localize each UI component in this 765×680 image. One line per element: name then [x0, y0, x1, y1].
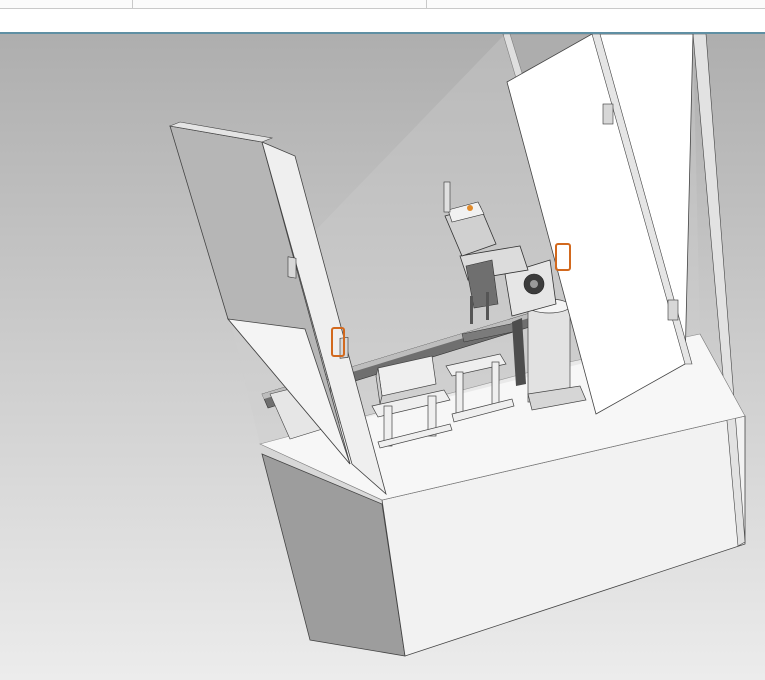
gripper-finger — [470, 296, 473, 324]
door-hinge — [287, 256, 297, 279]
door-hinge — [667, 299, 679, 321]
robot-spindle — [443, 181, 451, 213]
cad-model-svg[interactable] — [0, 34, 765, 680]
toolbar-separator — [132, 0, 133, 8]
toolbar-separator — [426, 0, 427, 8]
3d-viewport[interactable] — [0, 34, 765, 680]
toolbar-strip — [0, 0, 765, 9]
robot-column — [527, 305, 571, 403]
robot-joint — [530, 280, 538, 288]
gripper-finger — [486, 292, 489, 320]
viewer-toolbar — [0, 0, 765, 34]
status-light — [467, 205, 473, 211]
door-hinge — [602, 103, 614, 125]
